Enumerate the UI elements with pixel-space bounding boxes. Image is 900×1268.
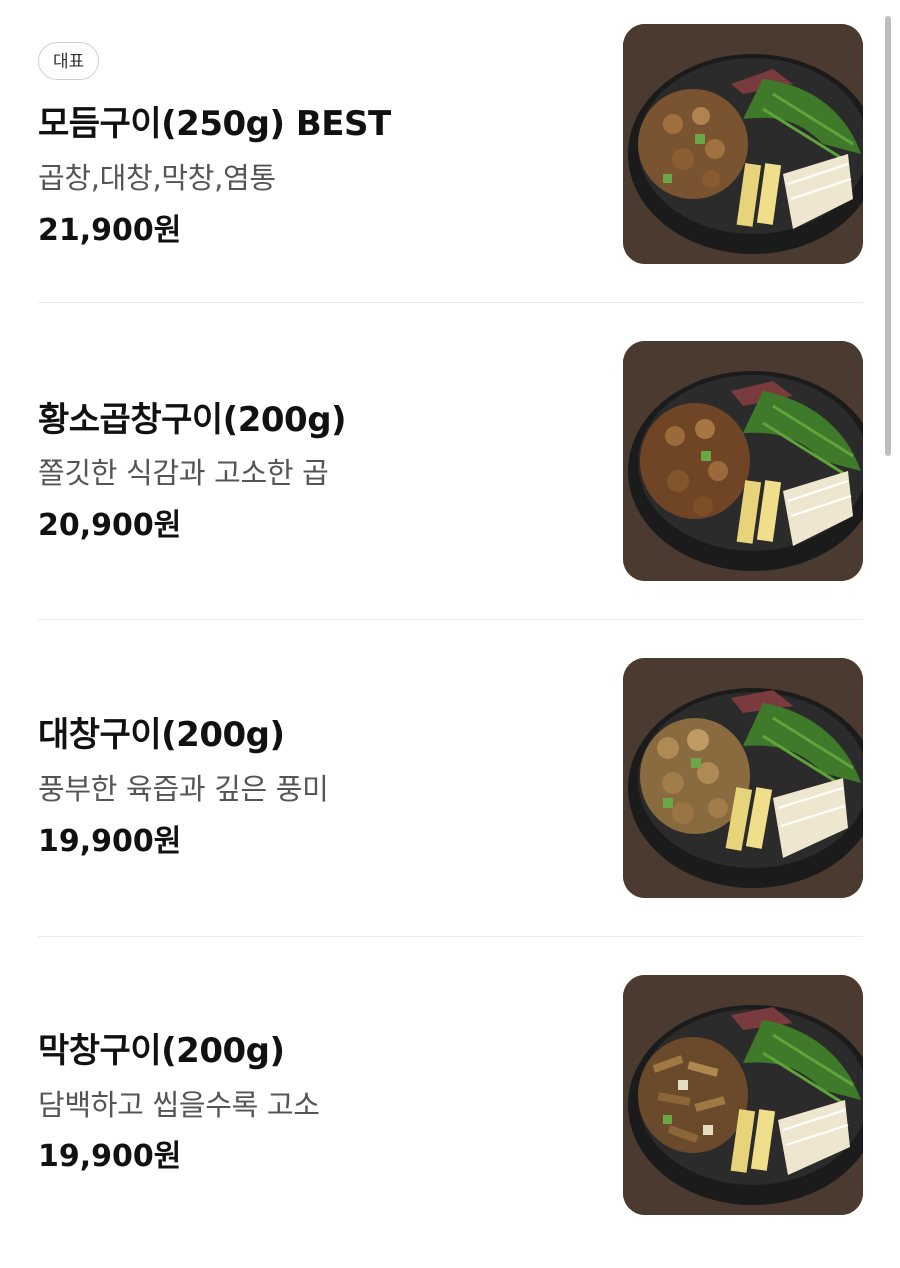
menu-item-name: 막창구이(200g) (38, 1031, 285, 1071)
food-photo-icon[interactable] (623, 24, 863, 264)
menu-item[interactable]: 대창구이(200g) 풍부한 육즙과 깊은 풍미 19,900원 (0, 634, 900, 951)
menu-item-description: 담백하고 씹을수록 고소 (38, 1088, 320, 1122)
menu-item-description: 쫄깃한 식감과 고소한 곱 (38, 456, 329, 490)
menu-item-name: 황소곱창구이(200g) (38, 400, 347, 440)
menu-item[interactable]: 황소곱창구이(200g) 쫄깃한 식감과 고소한 곱 20,900원 (0, 317, 900, 634)
divider (38, 302, 863, 303)
menu-item-name: 대창구이(200g) (38, 715, 285, 755)
menu-item-description: 곱창,대창,막창,염통 (38, 161, 276, 195)
menu-item-price: 21,900원 (38, 213, 182, 248)
menu-item-price: 19,900원 (38, 824, 182, 859)
menu-item-description: 풍부한 육즙과 깊은 풍미 (38, 772, 329, 806)
menu-item-price: 19,900원 (38, 1139, 182, 1174)
menu-item[interactable]: 막창구이(200g) 담백하고 씹을수록 고소 19,900원 (0, 951, 900, 1268)
menu-item-price: 20,900원 (38, 508, 182, 543)
divider (38, 619, 863, 620)
menu-item[interactable]: 대표 모듬구이(250g) BEST 곱창,대창,막창,염통 21,900원 (0, 0, 900, 317)
food-photo-icon[interactable] (623, 975, 863, 1215)
representative-badge: 대표 (38, 42, 100, 80)
scrollbar[interactable] (885, 16, 891, 456)
menu-list: 대표 모듬구이(250g) BEST 곱창,대창,막창,염통 21,900원 황… (0, 0, 900, 1247)
food-photo-icon[interactable] (623, 341, 863, 581)
divider (38, 936, 863, 937)
menu-item-name: 모듬구이(250g) BEST (38, 104, 391, 144)
food-photo-icon[interactable] (623, 658, 863, 898)
